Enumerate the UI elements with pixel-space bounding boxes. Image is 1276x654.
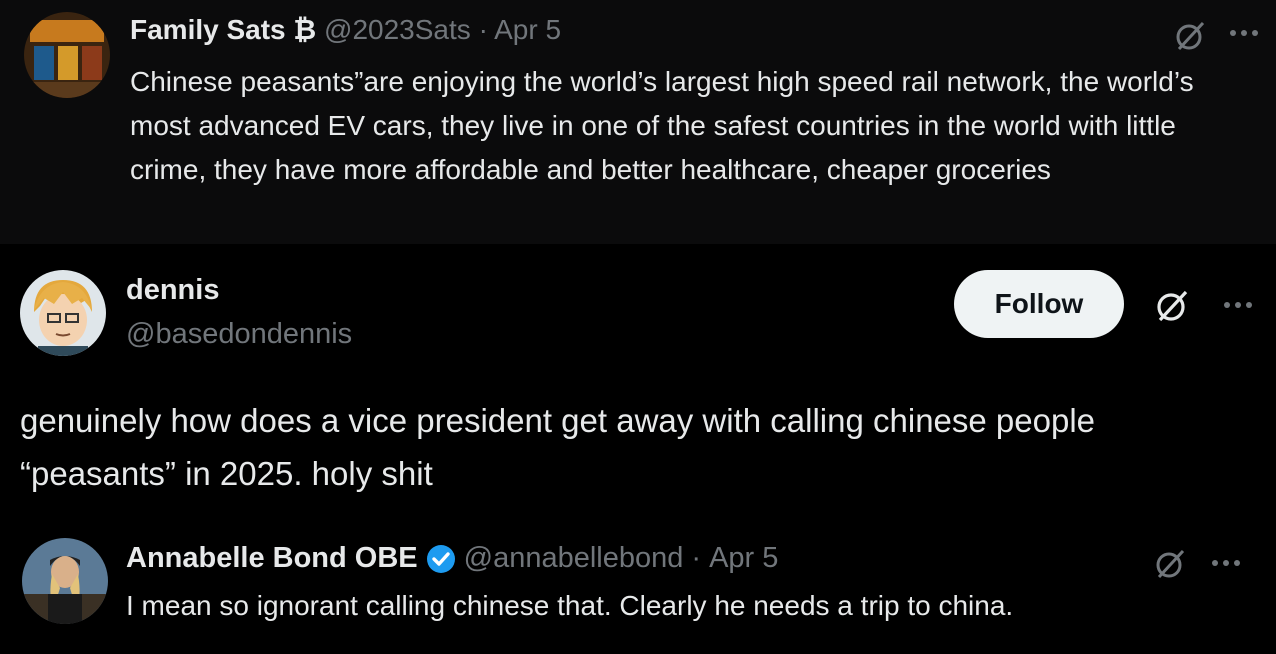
quoted-post[interactable]: Family Sats ₿ @2023Sats · Apr 5 Chinese … [0, 0, 1276, 244]
author-handle[interactable]: @2023Sats [324, 14, 471, 45]
separator-dot: · [478, 14, 488, 45]
post-date[interactable]: Apr 5 [494, 14, 561, 45]
author-handle[interactable]: @annabellebond [464, 542, 684, 575]
verified-badge-icon [426, 544, 456, 574]
avatar[interactable] [20, 270, 106, 356]
bitcoin-symbol: ₿ [293, 14, 317, 45]
follow-button[interactable]: Follow [954, 270, 1124, 338]
author-name[interactable]: dennis [126, 274, 219, 307]
avatar[interactable] [22, 538, 108, 624]
separator-dot: · [691, 542, 702, 574]
post-text: Chinese peasants”are enjoying the world’… [130, 66, 1194, 185]
post-date[interactable]: Apr 5 [709, 542, 778, 575]
grok-icon[interactable] [1150, 284, 1194, 328]
post-text: genuinely how does a vice president get … [20, 402, 1096, 492]
post-header: Family Sats ₿ @2023Sats · Apr 5 [130, 14, 561, 46]
author-handle[interactable]: @basedondennis [126, 318, 352, 351]
grok-icon[interactable] [1170, 16, 1210, 56]
author-name[interactable]: Family Sats [130, 14, 286, 45]
grok-icon[interactable] [1150, 544, 1190, 584]
author-name[interactable]: Annabelle Bond OBE [126, 542, 418, 575]
post-text: I mean so ignorant calling chinese that.… [126, 590, 1014, 621]
post-header: Annabelle Bond OBE @annabellebond · Apr … [126, 542, 778, 575]
reply-post [0, 520, 1276, 654]
avatar[interactable] [24, 12, 110, 98]
more-icon[interactable] [1218, 290, 1258, 320]
more-icon[interactable] [1224, 18, 1264, 48]
more-icon[interactable] [1206, 548, 1246, 578]
